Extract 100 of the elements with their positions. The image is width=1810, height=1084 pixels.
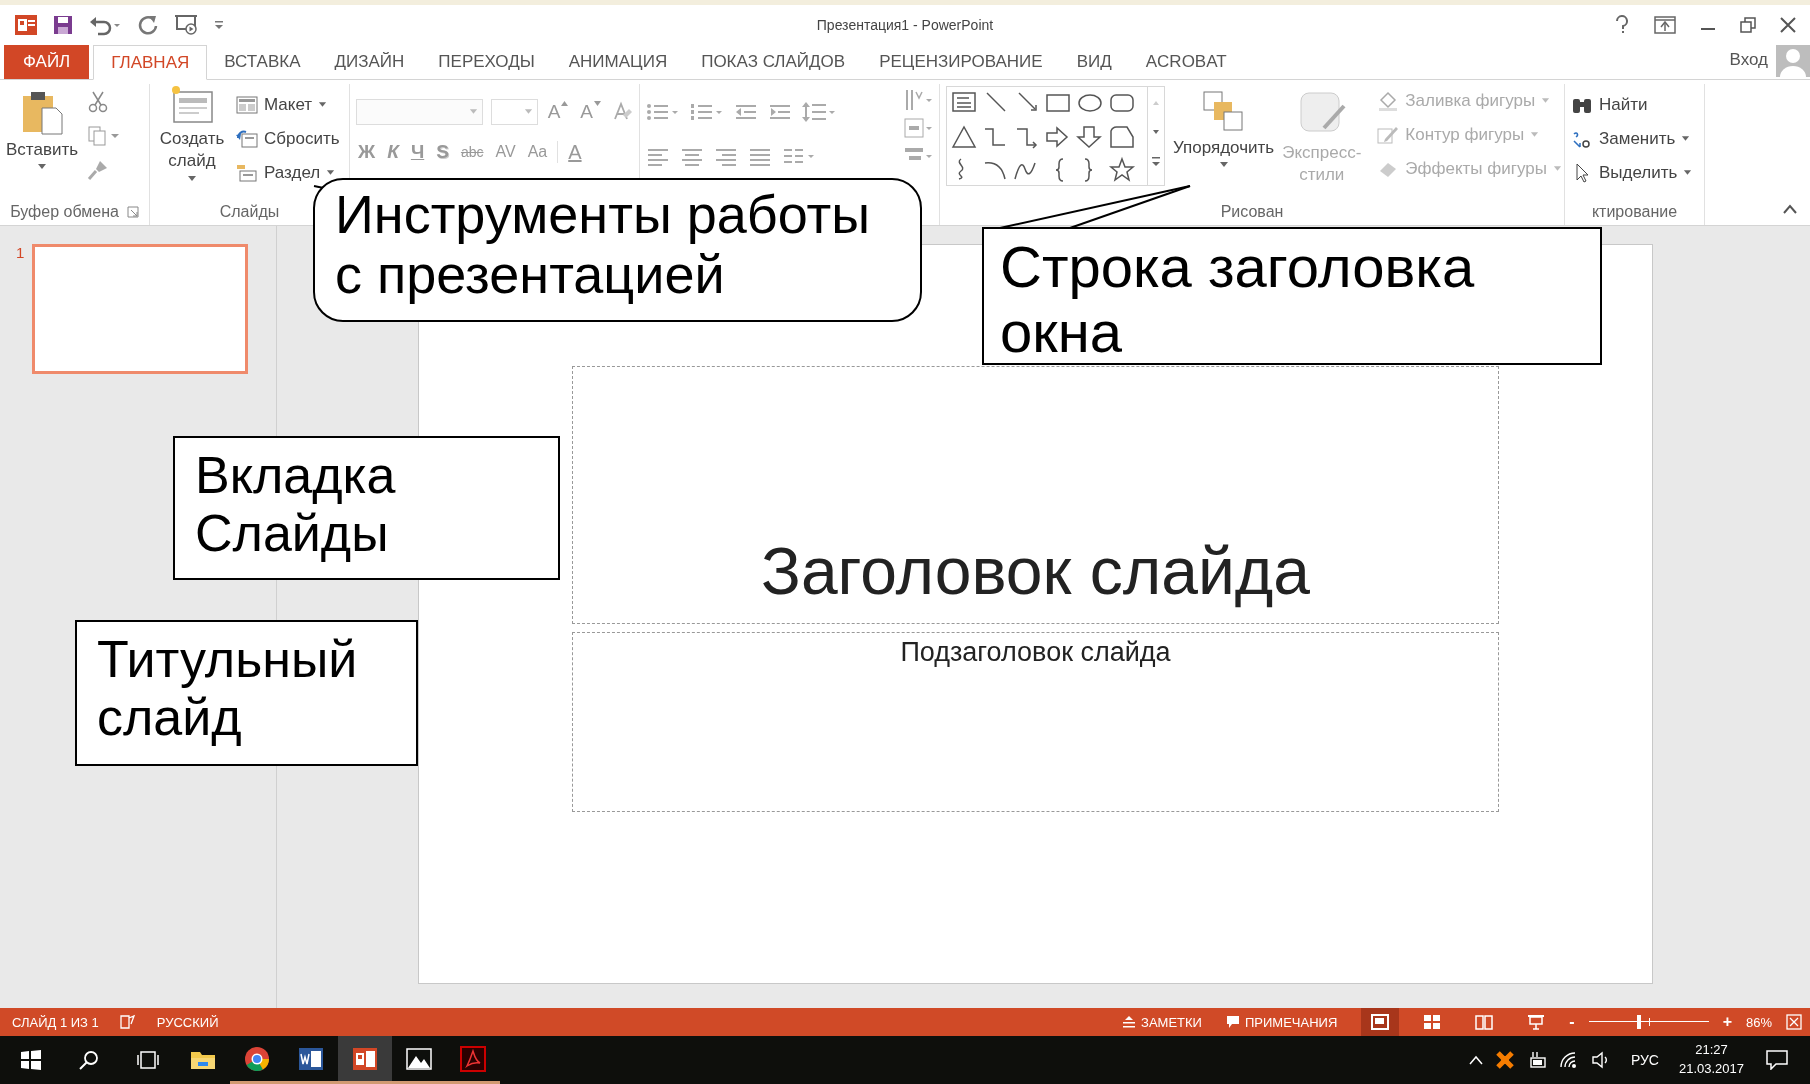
sign-in-link[interactable]: Вход xyxy=(1729,50,1768,70)
reset-button[interactable]: Сбросить xyxy=(236,126,340,152)
language-indicator[interactable]: РУССКИЙ xyxy=(156,1014,219,1030)
select-button[interactable]: Выделить xyxy=(1571,160,1693,186)
paste-button[interactable]: Вставить xyxy=(6,84,79,199)
task-view-icon[interactable] xyxy=(136,1049,160,1071)
book-icon xyxy=(1475,1014,1494,1030)
powerpoint-logo-icon[interactable] xyxy=(14,13,38,37)
callout-text: Инструменты работы с презентацией xyxy=(335,184,871,305)
ribbon-tab[interactable]: ВИД xyxy=(1059,45,1129,79)
reset-slide-icon xyxy=(236,130,258,148)
input-language[interactable]: РУС xyxy=(1630,1052,1659,1068)
columns-icon[interactable] xyxy=(782,146,816,166)
align-left-icon[interactable] xyxy=(646,146,670,166)
slide-title: Заголовок слайда xyxy=(761,533,1310,609)
new-slide-icon xyxy=(170,84,214,124)
undo-icon[interactable] xyxy=(88,14,122,36)
layout-icon xyxy=(236,96,258,114)
caret-icon xyxy=(1218,162,1229,168)
callout-text: Титульный слайд xyxy=(97,630,358,747)
caret-icon xyxy=(318,102,328,108)
slideshow-icon[interactable] xyxy=(174,13,200,37)
group-label: Рисован xyxy=(1220,203,1284,221)
taskbar-app[interactable] xyxy=(338,1036,392,1084)
callout-text: Строка заголовка окна xyxy=(1000,234,1475,364)
decrease-indent-icon[interactable] xyxy=(734,102,758,122)
search-icon[interactable] xyxy=(78,1049,100,1071)
section-button[interactable]: Раздел xyxy=(236,160,340,186)
ribbon-tab[interactable]: ПОКАЗ СЛАЙДОВ xyxy=(684,45,863,79)
new-slide-button[interactable]: Создать слайд xyxy=(156,84,228,199)
align-text-icon[interactable] xyxy=(903,116,933,140)
mountain-image-icon xyxy=(406,1046,432,1071)
callout-text: Вкладка Слайды xyxy=(195,446,396,563)
clock-date[interactable]: 21.03.2017 xyxy=(1678,1060,1744,1079)
zoom-slider[interactable] xyxy=(1588,1015,1709,1029)
slide-number: 1 xyxy=(16,244,25,263)
find-button[interactable]: Найти xyxy=(1571,92,1693,118)
replace-icon xyxy=(1571,129,1593,149)
file-tab[interactable]: ФАЙЛ xyxy=(4,45,90,79)
replace-button[interactable]: Заменить xyxy=(1571,126,1693,152)
ribbon-tab[interactable]: ВСТАВКА xyxy=(207,45,318,79)
ribbon-tab[interactable]: ПЕРЕХОДЫ xyxy=(421,45,552,79)
save-icon[interactable] xyxy=(52,14,74,36)
collapse-ribbon-icon[interactable] xyxy=(1782,203,1798,215)
numbering-icon[interactable] xyxy=(690,102,724,122)
justify-icon[interactable] xyxy=(748,146,772,166)
slide-thumbnail[interactable] xyxy=(32,244,249,374)
dialog-launcher-icon[interactable] xyxy=(126,206,139,218)
title-placeholder[interactable]: Заголовок слайда xyxy=(572,366,1499,624)
clock-time[interactable]: 21:27 xyxy=(1695,1041,1728,1060)
word-processor-icon xyxy=(298,1045,324,1072)
ribbon-display-options-icon[interactable] xyxy=(1654,16,1676,34)
section-icon xyxy=(236,164,258,182)
caret-icon xyxy=(1552,166,1562,172)
caret-icon xyxy=(326,170,336,176)
ribbon-tab[interactable]: АНИМАЦИЯ xyxy=(551,45,685,79)
arrange-button[interactable]: Упорядочить xyxy=(1173,84,1275,199)
subtitle-placeholder[interactable]: Подзаголовок слайда xyxy=(572,632,1499,812)
notes-icon xyxy=(1122,1015,1137,1029)
ribbon-tab[interactable]: ACROBAT xyxy=(1128,45,1244,79)
align-right-icon[interactable] xyxy=(714,146,738,166)
wifi-icon[interactable] xyxy=(1558,1051,1579,1069)
comments-button[interactable]: ПРИМЕЧАНИЯ xyxy=(1225,1014,1338,1030)
redo-icon[interactable] xyxy=(136,13,160,37)
font-size-field[interactable] xyxy=(490,99,538,125)
bullets-icon[interactable] xyxy=(646,102,680,122)
restore-icon[interactable] xyxy=(1740,17,1756,33)
close-icon[interactable] xyxy=(1780,17,1796,33)
zoom-slider-thumb[interactable] xyxy=(1637,1015,1641,1029)
browser-icon xyxy=(244,1045,270,1072)
help-icon[interactable] xyxy=(1614,15,1630,35)
zoom-in-button[interactable]: + xyxy=(1722,1013,1732,1031)
projector-screen-icon xyxy=(1527,1014,1546,1030)
zoom-out-button[interactable]: - xyxy=(1569,1013,1575,1031)
group-label: Буфер обмена xyxy=(10,203,119,221)
caret-icon xyxy=(523,109,533,115)
text-direction-icon[interactable] xyxy=(903,88,933,112)
notes-button[interactable]: ЗАМЕТКИ xyxy=(1122,1014,1202,1030)
caret-icon xyxy=(37,164,48,170)
windows-start-icon[interactable] xyxy=(20,1049,42,1071)
ribbon-tab[interactable]: ГЛАВНАЯ xyxy=(93,45,208,80)
grid-icon xyxy=(1423,1014,1442,1030)
ribbon-tab[interactable]: РЕЦЕНЗИРОВАНИЕ xyxy=(862,45,1060,79)
spelling-icon[interactable] xyxy=(118,1014,137,1030)
ribbon-tab[interactable]: ДИЗАЙН xyxy=(317,45,422,79)
pdf-reader-icon xyxy=(460,1045,486,1072)
increase-indent-icon[interactable] xyxy=(768,102,792,122)
align-center-icon[interactable] xyxy=(680,146,704,166)
customize-caret-icon[interactable] xyxy=(214,20,224,30)
line-spacing-icon[interactable] xyxy=(802,101,836,123)
view-button[interactable] xyxy=(1361,1008,1400,1036)
notification-icon[interactable] xyxy=(1766,1050,1788,1070)
clipboard-icon xyxy=(20,90,65,136)
arrange-icon xyxy=(1201,90,1246,134)
layout-button[interactable]: Макет xyxy=(236,92,340,118)
zoom-level[interactable]: 86% xyxy=(1745,1014,1772,1030)
chevron-up-icon[interactable] xyxy=(1468,1055,1483,1065)
window-title: Презентация1 - PowerPoint xyxy=(816,17,994,33)
caret-icon xyxy=(468,109,478,115)
fit-to-window-icon[interactable] xyxy=(1786,1014,1802,1030)
